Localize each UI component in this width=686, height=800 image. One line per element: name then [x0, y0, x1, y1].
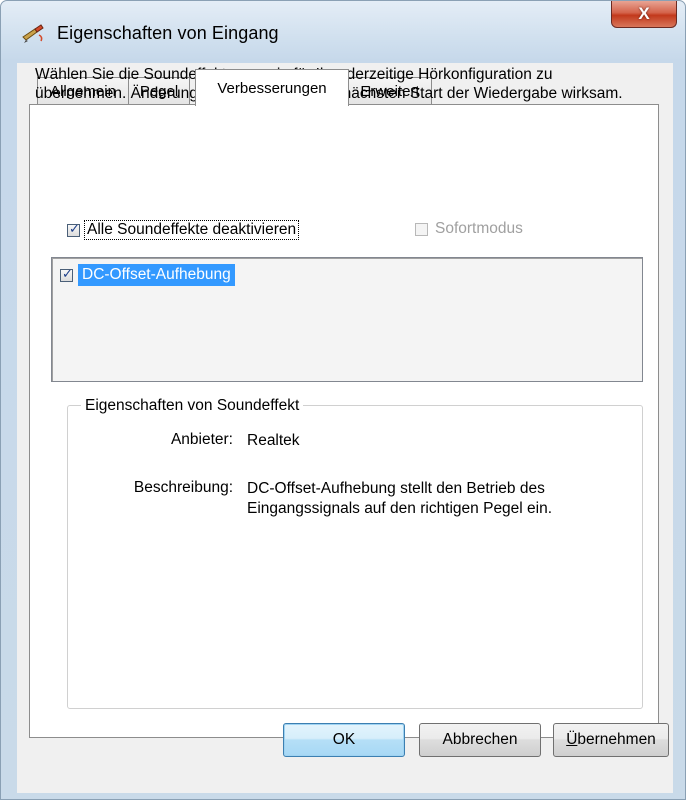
- apply-button[interactable]: Übernehmen: [553, 723, 669, 757]
- close-icon: X: [638, 4, 650, 23]
- window-title: Eigenschaften von Eingang: [57, 23, 279, 43]
- apply-accesskey: Ü: [566, 731, 578, 748]
- list-item[interactable]: ✓ DC-Offset-Aufhebung: [60, 262, 235, 288]
- checkbox-icon[interactable]: ✓: [60, 266, 73, 282]
- checkbox-icon: [415, 222, 428, 236]
- sound-effects-list[interactable]: ✓ DC-Offset-Aufhebung: [51, 257, 643, 382]
- effect-properties-title: Eigenschaften von Soundeffekt: [81, 397, 304, 415]
- tab-verbesserungen[interactable]: Verbesserungen: [195, 69, 349, 106]
- title-bar[interactable]: Eigenschaften von Eingang X: [1, 1, 685, 63]
- immediate-mode-label: Sofortmodus: [435, 220, 523, 237]
- checkbox-icon: ✓: [67, 220, 80, 237]
- close-button[interactable]: X: [611, 1, 677, 28]
- ok-button[interactable]: OK: [283, 723, 405, 757]
- speaker-app-icon: [21, 23, 47, 45]
- cancel-label: Abbrechen: [442, 731, 518, 748]
- effect-label: DC-Offset-Aufhebung: [78, 264, 235, 286]
- cancel-button[interactable]: Abbrechen: [419, 723, 541, 757]
- disable-all-checkbox[interactable]: ✓ Alle Soundeffekte deaktivieren: [67, 220, 300, 240]
- description-label: Beschreibung:: [133, 479, 233, 496]
- dialog-window: Eigenschaften von Eingang X Allgemein Pe…: [0, 0, 686, 800]
- provider-label: Anbieter:: [170, 431, 233, 448]
- description-value: DC-Offset-Aufhebung stellt den Betrieb d…: [247, 480, 553, 517]
- apply-label: bernehmen: [577, 731, 656, 748]
- ok-label: OK: [332, 731, 356, 748]
- tab-label: Verbesserungen: [217, 79, 327, 97]
- immediate-mode-checkbox[interactable]: Sofortmodus: [415, 220, 523, 238]
- disable-all-label: Alle Soundeffekte deaktivieren: [84, 220, 300, 240]
- provider-value: Realtek: [247, 432, 300, 449]
